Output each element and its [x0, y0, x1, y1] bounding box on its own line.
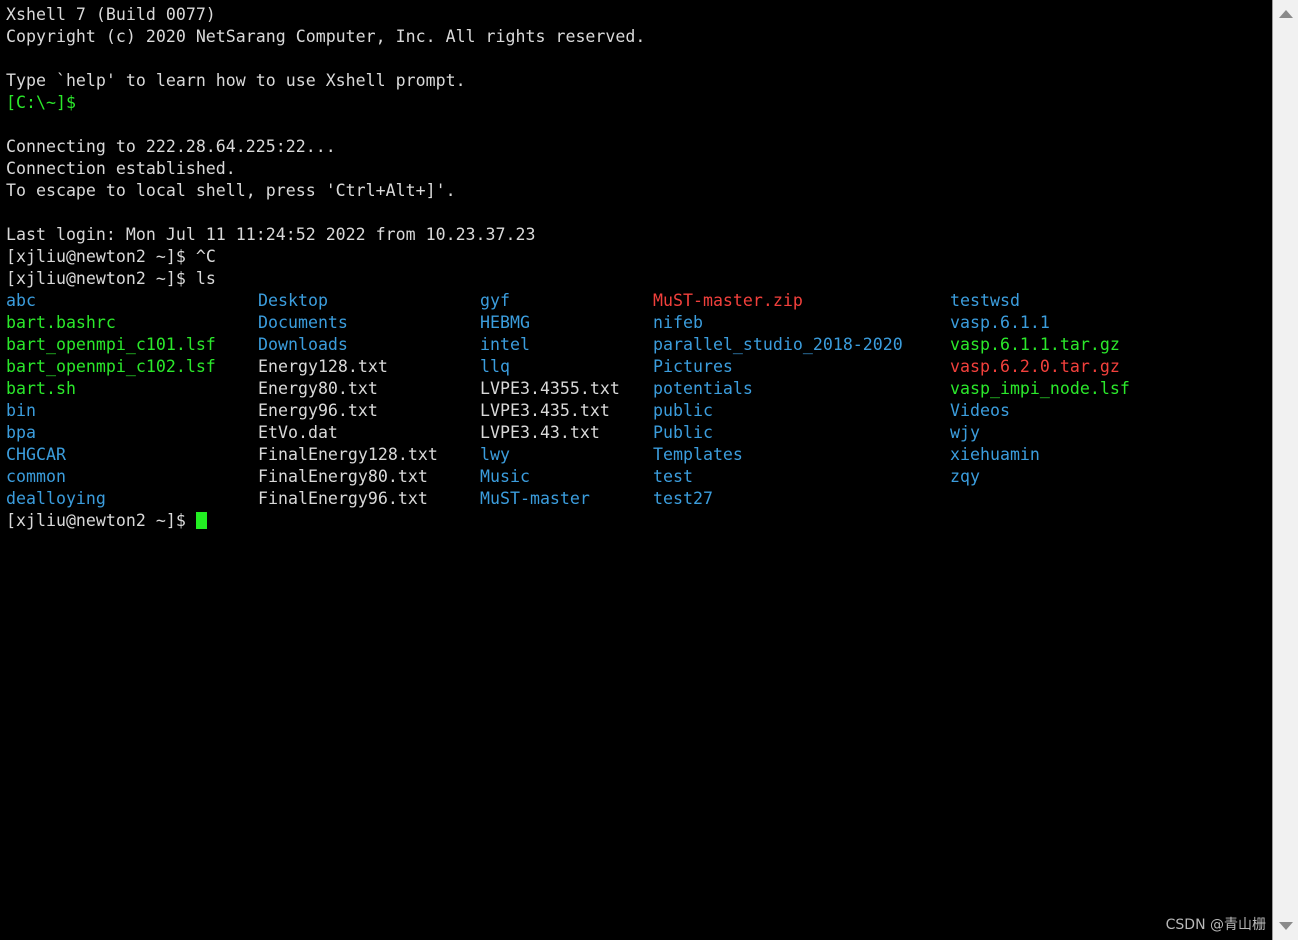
ls-row: CHGCAR FinalEnergy128.txt lwy Templates xieh…: [6, 444, 1272, 466]
ls-row: common FinalEnergy80.txt Music test zqy: [6, 466, 1272, 488]
ls-entry-file: Energy96.txt: [258, 401, 378, 420]
ls-entry-dir: test27: [653, 489, 713, 508]
escape-hint-line: To escape to local shell, press 'Ctrl+Al…: [6, 181, 456, 200]
ls-entry-dir: wjy: [950, 423, 980, 442]
ls-entry-dir: vasp.6.1.1: [950, 313, 1050, 332]
prompt-line-command: [xjliu@newton2 ~]$ ls: [6, 268, 1272, 290]
ls-row: abc Desktop gyf MuST-master.zip testwsd: [6, 290, 1272, 312]
help-hint-line: Type `help' to learn how to use Xshell p…: [6, 71, 466, 90]
ls-entry-dir: bin: [6, 401, 36, 420]
connecting-line: Connecting to 222.28.64.225:22...: [6, 137, 336, 156]
ls-entry-file: LVPE3.43.txt: [480, 423, 600, 442]
ls-row: bin Energy96.txt LVPE3.435.txt public Videos: [6, 400, 1272, 422]
ls-entry-dir: Pictures: [653, 357, 733, 376]
ls-entry-dir: abc: [6, 291, 36, 310]
ls-entry-dir: MuST-master: [480, 489, 590, 508]
connection-established-line: Connection established.: [6, 159, 236, 178]
shell-prompt: [xjliu@newton2 ~]$: [6, 269, 196, 288]
ls-entry-dir: parallel_studio_2018-2020: [653, 335, 903, 354]
ls-entry-file: FinalEnergy128.txt: [258, 445, 438, 464]
ls-entry-file: LVPE3.4355.txt: [480, 379, 620, 398]
ls-entry-dir: Templates: [653, 445, 743, 464]
interrupt-signal-text: ^C: [195, 247, 216, 266]
ls-entry-exec: bart.sh: [6, 379, 76, 398]
vertical-scrollbar[interactable]: [1272, 0, 1298, 940]
ls-entry-dir: common: [6, 467, 66, 486]
ls-entry-dir: test: [653, 467, 693, 486]
text-cursor: [195, 512, 207, 529]
command-text: ls: [195, 269, 216, 288]
local-prompt-line: [C:\~]$: [6, 93, 76, 112]
triangle-up-glyph: [1278, 10, 1293, 18]
ls-entry-dir: lwy: [480, 445, 510, 464]
prompt-line-interrupt: [xjliu@newton2 ~]$ ^C: [6, 246, 1272, 268]
scroll-up-arrow-icon[interactable]: [1273, 4, 1298, 24]
ls-entry-dir: testwsd: [950, 291, 1020, 310]
app-title-line: Xshell 7 (Build 0077): [6, 5, 216, 24]
triangle-down-glyph: [1278, 922, 1293, 930]
scroll-down-arrow-icon[interactable]: [1273, 916, 1298, 936]
ls-entry-archive: vasp.6.2.0.tar.gz: [950, 357, 1120, 376]
ls-entry-file: FinalEnergy80.txt: [258, 467, 428, 486]
prompt-line-active[interactable]: [xjliu@newton2 ~]$: [6, 510, 1272, 532]
ls-entry-dir: CHGCAR: [6, 445, 66, 464]
ls-row: bart.bashrc Documents HEBMG nifeb vasp.6.1.1: [6, 312, 1272, 334]
app-copyright-line: Copyright (c) 2020 NetSarang Computer, I…: [6, 27, 646, 46]
ls-entry-dir: zqy: [950, 467, 980, 486]
shell-prompt: [xjliu@newton2 ~]$: [6, 511, 196, 530]
ls-row: dealloying FinalEnergy96.txt MuST-master te…: [6, 488, 1272, 510]
ls-entry-exec: bart_openmpi_c101.lsf: [6, 335, 216, 354]
xshell-terminal-window: Xshell 7 (Build 0077) Copyright (c) 2020…: [0, 0, 1298, 940]
ls-entry-dir: public: [653, 401, 713, 420]
ls-entry-dir: intel: [480, 335, 530, 354]
last-login-line: Last login: Mon Jul 11 11:24:52 2022 fro…: [6, 225, 536, 244]
ls-row: bpa EtVo.dat LVPE3.43.txt Public wjy: [6, 422, 1272, 444]
ls-entry-dir: gyf: [480, 291, 510, 310]
csdn-watermark: CSDN @青山栅: [1165, 917, 1266, 933]
ls-row: bart.sh Energy80.txt LVPE3.4355.txt potenti…: [6, 378, 1272, 400]
ls-row: bart_openmpi_c101.lsf Downloads intel paral…: [6, 334, 1272, 356]
ls-entry-exec: bart.bashrc: [6, 313, 116, 332]
terminal-output-area[interactable]: Xshell 7 (Build 0077) Copyright (c) 2020…: [0, 0, 1272, 940]
ls-entry-dir: llq: [480, 357, 510, 376]
ls-entry-dir: Downloads: [258, 335, 348, 354]
ls-entry-file: FinalEnergy96.txt: [258, 489, 428, 508]
ls-entry-dir: Music: [480, 467, 530, 486]
ls-entry-archive: MuST-master.zip: [653, 291, 803, 310]
ls-entry-dir: HEBMG: [480, 313, 530, 332]
ls-entry-dir: dealloying: [6, 489, 106, 508]
ls-entry-exec: bart_openmpi_c102.lsf: [6, 357, 216, 376]
ls-entry-file: EtVo.dat: [258, 423, 338, 442]
ls-entry-dir: Videos: [950, 401, 1010, 420]
ls-entry-dir: Public: [653, 423, 713, 442]
ls-entry-exec: vasp.6.1.1.tar.gz: [950, 335, 1120, 354]
shell-prompt: [xjliu@newton2 ~]$: [6, 247, 196, 266]
ls-entry-file: Energy128.txt: [258, 357, 388, 376]
ls-entry-exec: vasp_impi_node.lsf: [950, 379, 1130, 398]
ls-row: bart_openmpi_c102.lsf Energy128.txt llq Pic…: [6, 356, 1272, 378]
ls-entry-file: LVPE3.435.txt: [480, 401, 610, 420]
ls-entry-file: Energy80.txt: [258, 379, 378, 398]
ls-entry-dir: Desktop: [258, 291, 328, 310]
ls-entry-dir: potentials: [653, 379, 753, 398]
ls-entry-dir: nifeb: [653, 313, 703, 332]
ls-output-listing: abc Desktop gyf MuST-master.zip testwsd bart.…: [6, 290, 1272, 510]
ls-entry-dir: Documents: [258, 313, 348, 332]
ls-entry-dir: xiehuamin: [950, 445, 1040, 464]
ls-entry-dir: bpa: [6, 423, 36, 442]
